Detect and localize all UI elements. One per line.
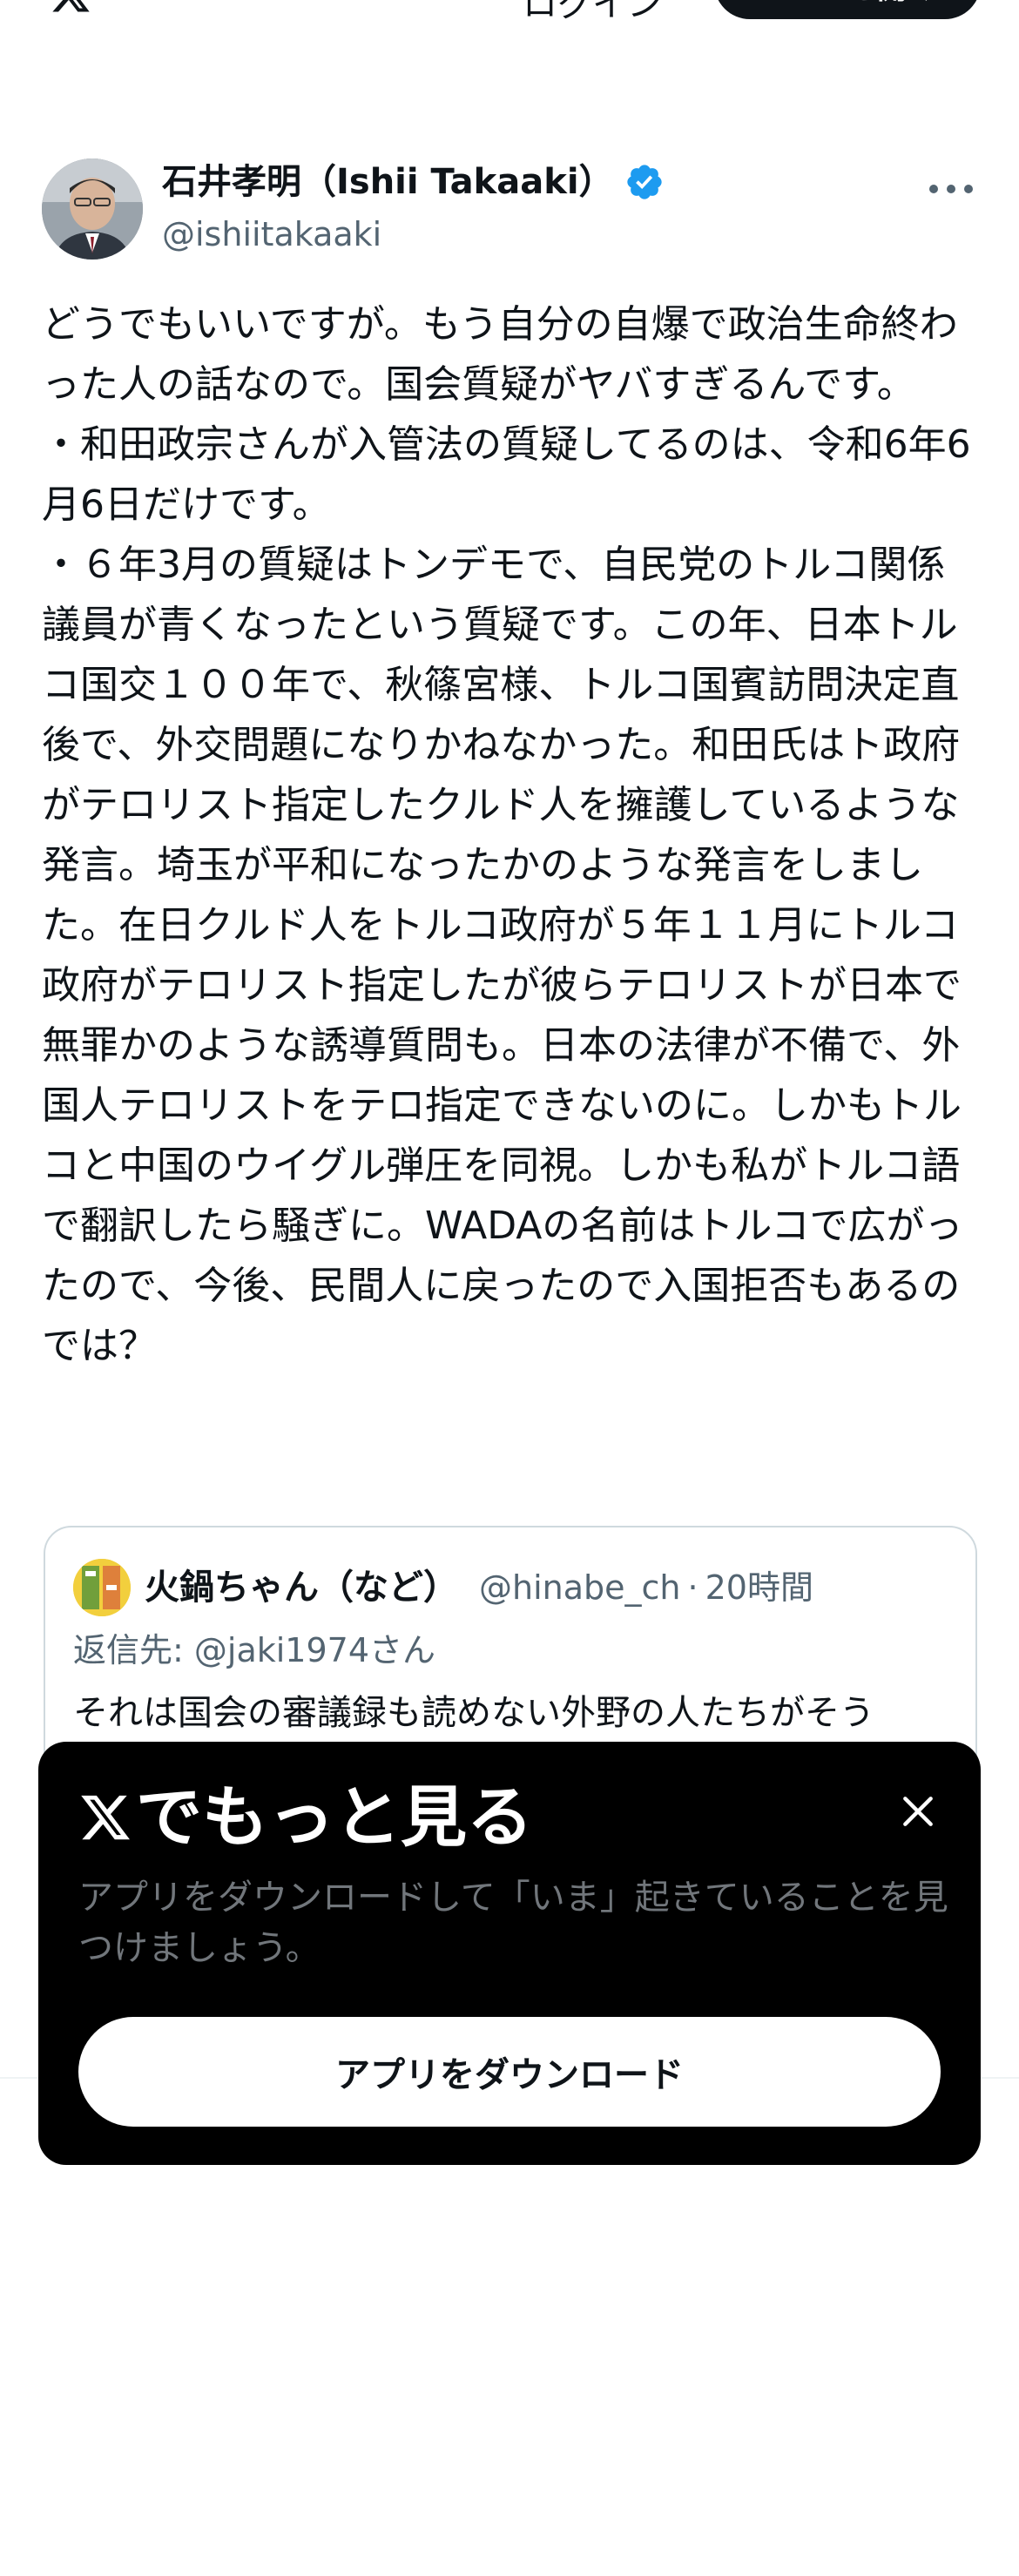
author-photo xyxy=(42,158,143,260)
reply-to-prefix: 返信先: xyxy=(73,1631,194,1669)
author-handle[interactable]: @ishiitakaaki xyxy=(162,211,381,258)
tweet-text: どうでもいいですが。もう自分の自爆で政治生命終わった人の話なので。国会質疑がヤバ… xyxy=(42,302,971,1368)
modal-subtitle: アプリをダウンロードして「いま」起きていることを見つけましょう。 xyxy=(78,1878,948,1968)
reply-to-user: @jaki1974さん xyxy=(193,1631,436,1669)
login-link[interactable]: ログイン xyxy=(523,0,662,26)
app-download-modal: でもっと見る アプリをダウンロードして「いま」起きていることを見つけましょう。 … xyxy=(38,1742,981,2165)
author-name-text: 石井孝明（Ishii Takaaki） xyxy=(162,162,614,202)
reply-to: 返信先: @jaki1974さん xyxy=(73,1620,435,1681)
avatar[interactable] xyxy=(42,158,143,260)
modal-title: でもっと見る xyxy=(78,1778,533,1857)
quote-author-name: 火鍋ちゃん（など） xyxy=(145,1568,458,1608)
author-name[interactable]: 石井孝明（Ishii Takaaki） xyxy=(162,158,665,206)
x-logo-icon xyxy=(81,1795,130,1840)
quote-text: それは国会の審議録も読めない外野の人たちがそう xyxy=(73,1693,874,1733)
separator-dot: · xyxy=(687,1568,698,1607)
modal-title-text: でもっと見る xyxy=(136,1778,533,1856)
quote-avatar xyxy=(73,1559,131,1616)
verified-badge-icon xyxy=(626,165,662,199)
close-icon[interactable] xyxy=(899,1792,937,1831)
tweet-author: 石井孝明（Ishii Takaaki） @ishiitakaaki xyxy=(42,158,977,263)
top-bar: ログイン アプリを開く xyxy=(0,0,1019,52)
open-app-button[interactable]: アプリを開く xyxy=(714,0,981,19)
more-options-icon[interactable] xyxy=(925,176,977,202)
x-logo-icon[interactable] xyxy=(42,0,99,16)
quote-author-handle: @hinabe_ch xyxy=(479,1568,681,1607)
quote-header: 火鍋ちゃん（など） @hinabe_ch · 20時間 xyxy=(145,1559,813,1616)
quote-timestamp: 20時間 xyxy=(705,1568,813,1607)
download-app-button[interactable]: アプリをダウンロード xyxy=(78,2017,941,2127)
quote-avatar-image xyxy=(73,1559,131,1616)
